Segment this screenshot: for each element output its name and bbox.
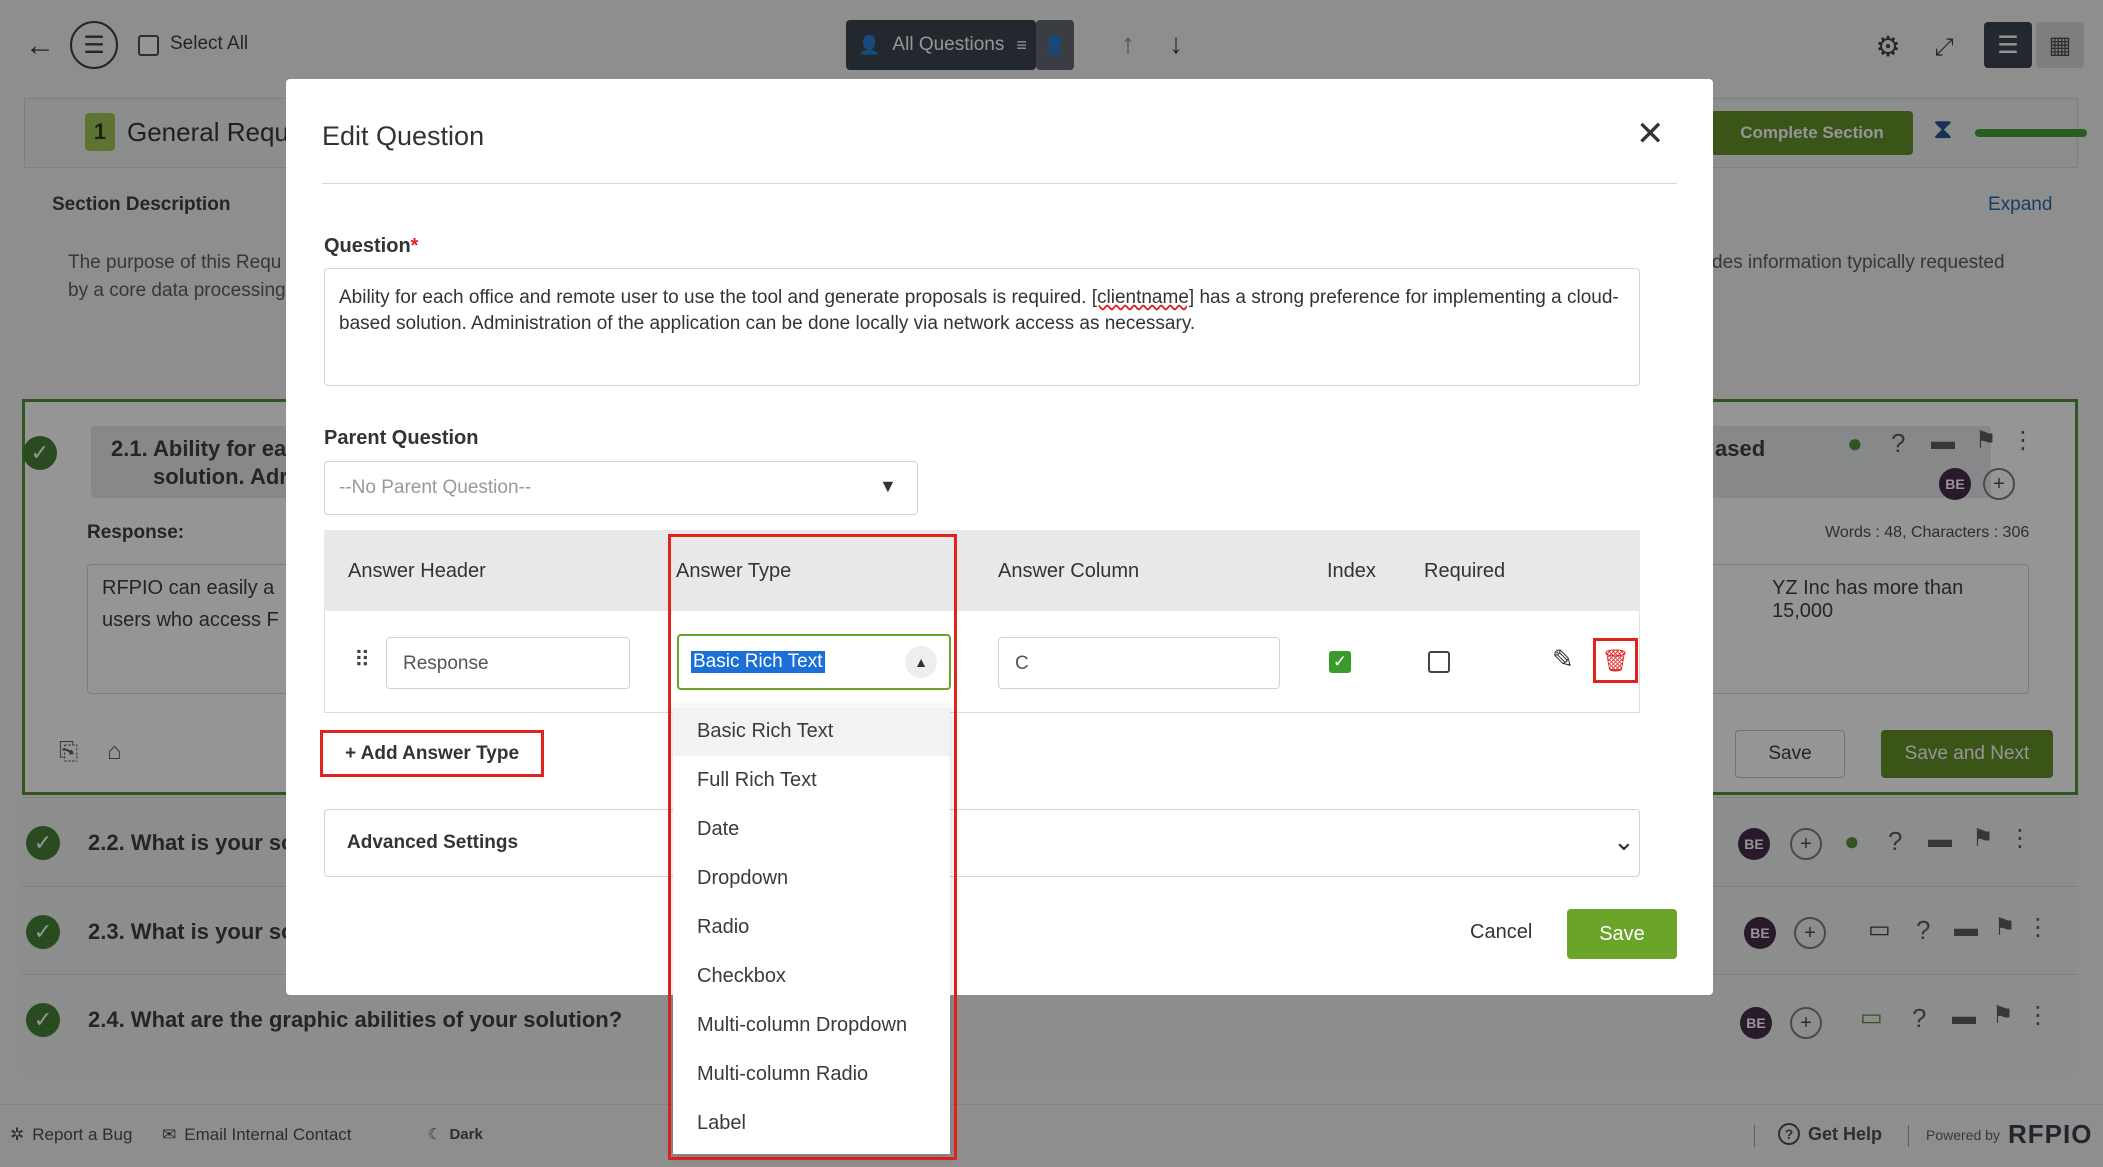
header-answer-column: Answer Column xyxy=(998,560,1140,582)
modal-title: Edit Question xyxy=(322,121,485,151)
answer-column-value: C xyxy=(1015,653,1029,674)
advanced-settings-accordion[interactable]: Advanced Settings ⌄ xyxy=(324,809,1640,877)
parent-question-label: Parent Question xyxy=(324,427,479,449)
question-textarea[interactable]: Ability for each office and remote user … xyxy=(324,268,1640,386)
option-multi-column-radio[interactable]: Multi-column Radio xyxy=(673,1050,950,1099)
header-index: Index xyxy=(1327,560,1376,582)
header-answer-header: Answer Header xyxy=(348,560,486,582)
close-icon[interactable]: ✕ xyxy=(1636,117,1665,151)
required-mark: * xyxy=(410,235,419,257)
answer-header-input[interactable]: Response xyxy=(386,637,630,689)
header-required: Required xyxy=(1424,560,1506,582)
option-basic-rich-text[interactable]: Basic Rich Text xyxy=(673,707,950,756)
option-full-rich-text[interactable]: Full Rich Text xyxy=(673,756,950,805)
question-text-1: Ability for each office and remote user … xyxy=(339,287,1092,308)
title-divider xyxy=(322,183,1677,184)
chevron-down-icon: ⌄ xyxy=(1613,826,1635,856)
question-text-2: has a strong preference for implementing… xyxy=(1194,287,1619,308)
question-label-text: Question xyxy=(324,235,411,257)
option-radio[interactable]: Radio xyxy=(673,903,950,952)
option-date[interactable]: Date xyxy=(673,805,950,854)
edit-pencil-icon[interactable]: ✎ xyxy=(1552,644,1574,675)
add-answer-type-label: + Add Answer Type xyxy=(344,742,520,764)
advanced-settings-label: Advanced Settings xyxy=(347,832,519,853)
index-checkbox[interactable]: ✓ xyxy=(1329,651,1351,673)
required-checkbox[interactable] xyxy=(1428,651,1450,673)
trash-icon: 🗑 xyxy=(1601,647,1630,673)
option-label[interactable]: Label xyxy=(673,1099,950,1148)
question-text-3: based solution. Administration of the ap… xyxy=(339,313,1196,334)
option-dropdown[interactable]: Dropdown xyxy=(673,854,950,903)
edit-question-modal: Edit Question ✕ Question* Ability for ea… xyxy=(286,79,1713,995)
answer-column-input[interactable]: C xyxy=(998,637,1280,689)
modal-save-button[interactable]: Save xyxy=(1567,909,1677,959)
client-name-token: [clientname] xyxy=(1091,287,1195,308)
option-checkbox[interactable]: Checkbox xyxy=(673,952,950,1001)
drag-handle-icon[interactable]: ⠿ xyxy=(354,647,370,673)
cancel-button[interactable]: Cancel xyxy=(1470,921,1532,944)
question-text: Ability for each office and remote user … xyxy=(339,285,1629,337)
question-label: Question* xyxy=(324,235,418,258)
caret-down-icon: ▼ xyxy=(879,476,897,496)
parent-question-select[interactable]: --No Parent Question-- ▼ xyxy=(324,461,918,515)
add-answer-type-button[interactable]: + Add Answer Type xyxy=(320,730,544,777)
parent-question-value: --No Parent Question-- xyxy=(339,477,532,498)
answer-type-options: Basic Rich Text Full Rich Text Date Drop… xyxy=(673,706,950,1154)
answer-header-value: Response xyxy=(403,653,489,674)
option-multi-column-dropdown[interactable]: Multi-column Dropdown xyxy=(673,1001,950,1050)
delete-button[interactable]: 🗑 xyxy=(1593,638,1638,683)
